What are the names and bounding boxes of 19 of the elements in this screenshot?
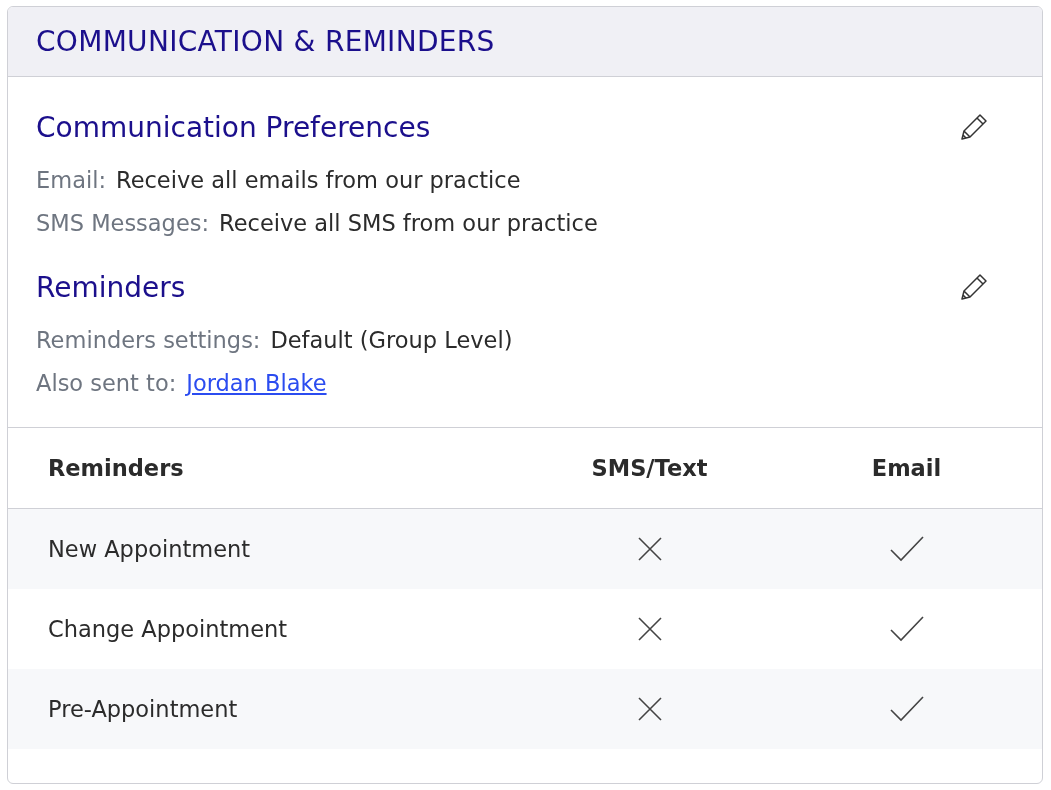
panel-title: COMMUNICATION & REMINDERS — [36, 25, 495, 58]
edit-pencil-icon[interactable] — [958, 111, 990, 143]
section-title: Communication Preferences — [36, 110, 431, 144]
section-title: Reminders — [36, 270, 186, 304]
column-header: Email — [871, 455, 942, 481]
field-label: Also sent to: — [36, 369, 177, 398]
field-value: Default (Group Level) — [270, 326, 513, 355]
field-label: SMS Messages: — [36, 209, 210, 238]
reminder-name: New Appointment — [47, 536, 251, 562]
field-label: Email: — [36, 166, 106, 195]
field-label: Reminders settings: — [36, 326, 261, 355]
contact-link[interactable]: Jordan Blake — [186, 362, 327, 405]
column-header: Reminders — [47, 455, 184, 481]
edit-pencil-icon[interactable] — [958, 271, 990, 303]
field-value: Receive all emails from our practice — [116, 166, 521, 195]
reminder-name: Pre-Appointment — [47, 696, 238, 722]
column-header: SMS/Text — [591, 455, 708, 481]
field-value: Receive all SMS from our practice — [219, 209, 598, 238]
reminder-name: Change Appointment — [47, 616, 288, 642]
